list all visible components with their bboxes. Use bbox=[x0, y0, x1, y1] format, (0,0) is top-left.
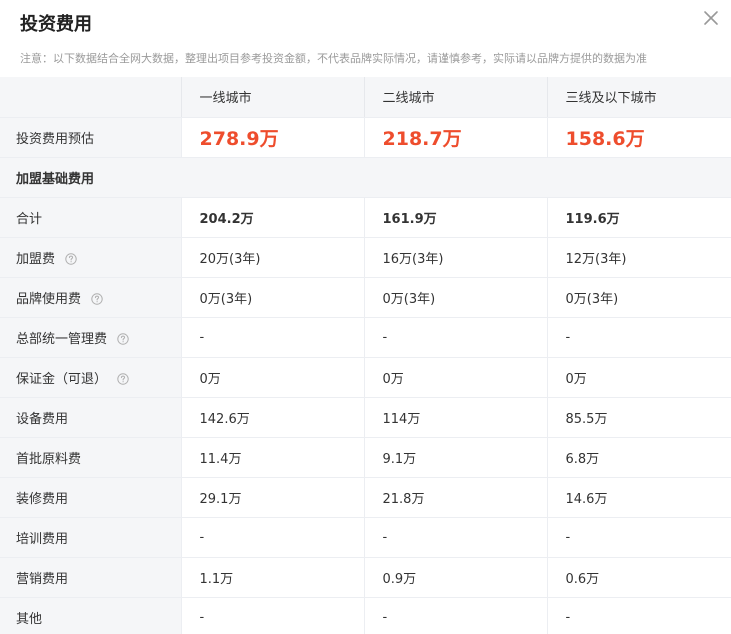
cell-value-tier3: 12万(3年) bbox=[546, 237, 731, 278]
row-label: 品牌使用费 bbox=[16, 291, 82, 307]
section-label: 加盟基础费用 bbox=[0, 157, 731, 198]
help-question-icon[interactable] bbox=[117, 333, 129, 345]
row-label: 首批原料费 bbox=[16, 451, 82, 467]
row-label: 培训费用 bbox=[16, 531, 69, 547]
row-label-cell: 设备费用 bbox=[0, 397, 181, 438]
cell-value-tier1: 0万(3年) bbox=[180, 277, 364, 318]
cell-value-tier3: 6.8万 bbox=[546, 437, 731, 478]
row-label-cell: 保证金（可退） bbox=[0, 357, 181, 398]
row-label-cell: 其他 bbox=[0, 597, 181, 634]
cell-value-tier1: - bbox=[180, 317, 364, 358]
row-label-cell: 加盟费 bbox=[0, 237, 181, 278]
cell-value-tier1: - bbox=[180, 517, 364, 558]
row-label-cell: 首批原料费 bbox=[0, 437, 181, 478]
cell-value-tier1: 0万 bbox=[180, 357, 364, 398]
cell-value-tier2: 9.1万 bbox=[363, 437, 547, 478]
dialog-title: 投资费用 bbox=[20, 14, 92, 35]
cell-value-tier2: 21.8万 bbox=[363, 477, 547, 518]
total-value-tier1: 204.2万 bbox=[180, 197, 364, 238]
table-row: 营销费用 1.1万 0.9万 0.6万 bbox=[0, 557, 731, 598]
estimate-value-tier3: 158.6万 bbox=[546, 117, 731, 158]
cell-value-tier3: 14.6万 bbox=[546, 477, 731, 518]
row-label-cell: 装修费用 bbox=[0, 477, 181, 518]
cell-value-tier2: - bbox=[363, 517, 547, 558]
cell-value-tier2: 114万 bbox=[363, 397, 547, 438]
cell-value-tier1: - bbox=[180, 597, 364, 634]
estimate-value-tier1: 278.9万 bbox=[180, 117, 364, 158]
close-button[interactable] bbox=[697, 4, 725, 32]
row-label: 营销费用 bbox=[16, 571, 69, 587]
table-row: 其他 - - - bbox=[0, 597, 731, 634]
cell-value-tier3: - bbox=[546, 597, 731, 634]
row-label: 加盟费 bbox=[16, 251, 56, 267]
cell-value-tier3: 0.6万 bbox=[546, 557, 731, 598]
row-label: 总部统一管理费 bbox=[16, 331, 108, 347]
help-question-icon[interactable] bbox=[117, 373, 129, 385]
cell-value-tier3: 0万(3年) bbox=[546, 277, 731, 318]
help-question-icon[interactable] bbox=[65, 253, 77, 265]
row-label-cell: 营销费用 bbox=[0, 557, 181, 598]
row-label-cell: 培训费用 bbox=[0, 517, 181, 558]
table-row: 加盟费 20万(3年) 16万(3年) 12万(3年) bbox=[0, 237, 731, 278]
cell-value-tier2: 0万(3年) bbox=[363, 277, 547, 318]
cell-value-tier1: 142.6万 bbox=[180, 397, 364, 438]
section-row: 加盟基础费用 bbox=[0, 157, 731, 198]
table-row: 品牌使用费 0万(3年) 0万(3年) 0万(3年) bbox=[0, 277, 731, 318]
row-label: 合计 bbox=[0, 197, 181, 238]
row-label: 投资费用预估 bbox=[0, 117, 181, 158]
row-label: 装修费用 bbox=[16, 491, 69, 507]
cell-value-tier2: 0万 bbox=[363, 357, 547, 398]
cell-value-tier2: 16万(3年) bbox=[363, 237, 547, 278]
table-header-row: 一线城市 二线城市 三线及以下城市 bbox=[0, 77, 731, 118]
total-value-tier3: 119.6万 bbox=[546, 197, 731, 238]
column-header-tier3: 三线及以下城市 bbox=[546, 77, 731, 118]
table-row: 培训费用 - - - bbox=[0, 517, 731, 558]
cell-value-tier3: - bbox=[546, 317, 731, 358]
header-blank bbox=[0, 77, 181, 118]
table-row: 总部统一管理费 - - - bbox=[0, 317, 731, 358]
cell-value-tier3: 0万 bbox=[546, 357, 731, 398]
cell-value-tier3: 85.5万 bbox=[546, 397, 731, 438]
close-icon bbox=[704, 11, 718, 25]
row-label: 设备费用 bbox=[16, 411, 69, 427]
cell-value-tier2: - bbox=[363, 597, 547, 634]
estimate-row: 投资费用预估 278.9万 218.7万 158.6万 bbox=[0, 117, 731, 158]
cell-value-tier1: 29.1万 bbox=[180, 477, 364, 518]
cell-value-tier1: 11.4万 bbox=[180, 437, 364, 478]
row-label: 其他 bbox=[16, 611, 43, 627]
table-row: 装修费用 29.1万 21.8万 14.6万 bbox=[0, 477, 731, 518]
cell-value-tier1: 20万(3年) bbox=[180, 237, 364, 278]
total-value-tier2: 161.9万 bbox=[363, 197, 547, 238]
cell-value-tier2: 0.9万 bbox=[363, 557, 547, 598]
table-row: 保证金（可退） 0万 0万 0万 bbox=[0, 357, 731, 398]
row-label: 保证金（可退） bbox=[16, 371, 108, 387]
disclaimer-notice: 注意：以下数据结合全网大数据，整理出项目参考投资金额，不代表品牌实际情况，请谨慎… bbox=[20, 52, 647, 65]
row-label-cell: 总部统一管理费 bbox=[0, 317, 181, 358]
cell-value-tier1: 1.1万 bbox=[180, 557, 364, 598]
investment-cost-dialog: 投资费用 注意：以下数据结合全网大数据，整理出项目参考投资金额，不代表品牌实际情… bbox=[0, 0, 731, 634]
table-row: 设备费用 142.6万 114万 85.5万 bbox=[0, 397, 731, 438]
column-header-tier2: 二线城市 bbox=[363, 77, 547, 118]
column-header-tier1: 一线城市 bbox=[180, 77, 364, 118]
help-question-icon[interactable] bbox=[91, 293, 103, 305]
table-row: 首批原料费 11.4万 9.1万 6.8万 bbox=[0, 437, 731, 478]
cost-table: 一线城市 二线城市 三线及以下城市 投资费用预估 278.9万 218.7万 1… bbox=[0, 77, 731, 634]
cell-value-tier3: - bbox=[546, 517, 731, 558]
total-row: 合计 204.2万 161.9万 119.6万 bbox=[0, 197, 731, 238]
estimate-value-tier2: 218.7万 bbox=[363, 117, 547, 158]
row-label-cell: 品牌使用费 bbox=[0, 277, 181, 318]
cell-value-tier2: - bbox=[363, 317, 547, 358]
dialog-header: 投资费用 bbox=[0, 0, 731, 44]
